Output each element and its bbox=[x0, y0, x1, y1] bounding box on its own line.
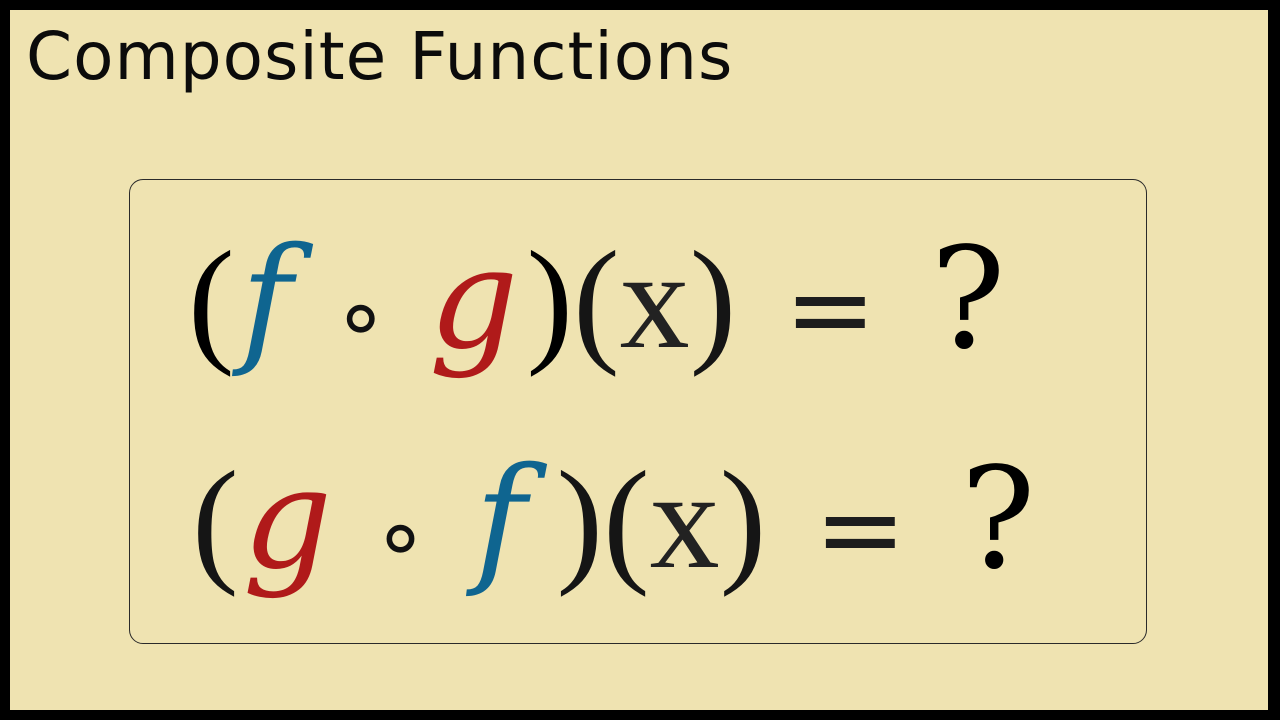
equals-sign: = bbox=[784, 245, 877, 373]
open-paren: ( bbox=[192, 443, 239, 598]
arg-close-paren: ) bbox=[689, 223, 737, 378]
close-paren: ) bbox=[556, 443, 604, 598]
compose-operator: ∘ bbox=[372, 484, 429, 589]
arg-open-paren: ( bbox=[603, 443, 650, 598]
compose-operator: ∘ bbox=[332, 264, 389, 369]
formula-g-compose-f: (g ∘ f)(x) =? bbox=[192, 450, 1036, 591]
function-f: f bbox=[474, 438, 527, 601]
formula-f-compose-g: (f ∘ g)(x) =? bbox=[188, 230, 1006, 371]
arg-close-paren: ) bbox=[719, 443, 767, 598]
function-g: g bbox=[242, 438, 333, 601]
equals-sign: = bbox=[814, 465, 907, 593]
question-mark: ? bbox=[960, 438, 1036, 601]
function-g: g bbox=[428, 218, 519, 381]
slide-title: Composite Functions bbox=[26, 18, 734, 95]
variable-x: x bbox=[649, 443, 720, 598]
function-f: f bbox=[240, 218, 293, 381]
slide: Composite Functions (f ∘ g)(x) =? (g ∘ f)(x) =… bbox=[10, 10, 1268, 710]
variable-x: x bbox=[619, 223, 690, 378]
open-paren: ( bbox=[188, 223, 235, 378]
question-mark: ? bbox=[930, 218, 1006, 381]
close-paren: ) bbox=[526, 223, 574, 378]
arg-open-paren: ( bbox=[573, 223, 620, 378]
